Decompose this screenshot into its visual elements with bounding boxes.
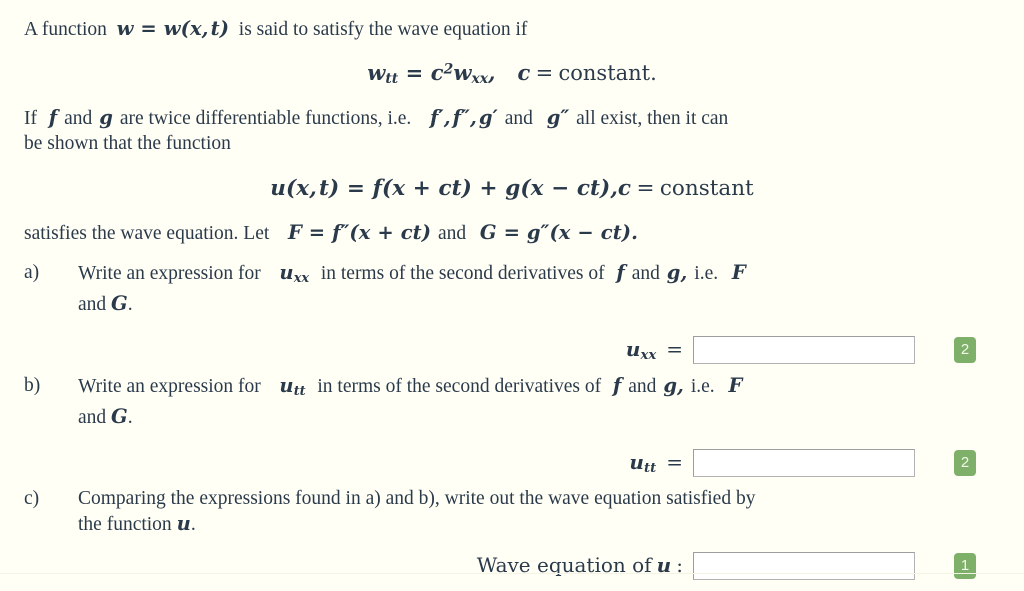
intro-twice-diff: are twice differentiable functions, i.e. xyxy=(119,108,412,130)
question-a-and: and xyxy=(631,263,660,285)
equation-wtt: wtt = c2wxx, xyxy=(367,60,496,88)
answer-a-label: uxx = xyxy=(625,336,683,363)
answer-c-input[interactable] xyxy=(693,551,915,580)
question-a-text-start: Write an expression for xyxy=(78,263,261,285)
question-a: a) Write an expression for uxx in terms … xyxy=(24,260,1000,317)
answer-c-label: Wave equation of u : xyxy=(476,553,683,578)
answer-a-input[interactable] xyxy=(693,335,915,364)
equation-constant: constant. xyxy=(558,61,657,85)
question-a-text-end: and G. xyxy=(78,291,133,315)
question-a-text: Write an expression for uxx in terms of … xyxy=(78,261,746,315)
intro-line-4: satisfies the wave equation. Let F = f″(… xyxy=(24,221,639,245)
equation-u-constant: constant xyxy=(659,176,754,202)
intro-all-exist: all exist, then it can xyxy=(576,108,729,130)
bottom-divider xyxy=(0,573,1024,574)
question-c-text-line2: the function u. xyxy=(78,511,196,535)
intro-line-1-math: w = w(x, t) xyxy=(116,17,230,40)
intro-line-3: be shown that the function xyxy=(24,133,231,155)
display-equation-wave: wtt = c2wxx, c = constant. xyxy=(367,60,657,88)
equation-u-solution: u(x, t) = f(x + ct) + g(x − ct), xyxy=(270,176,618,202)
question-b-text-end: and G. xyxy=(78,404,133,428)
question-c-label: c) xyxy=(24,487,40,509)
answer-b-input[interactable] xyxy=(693,448,915,477)
intro-if: If xyxy=(24,108,37,130)
question-c-text: Comparing the expressions found in a) an… xyxy=(78,486,868,537)
question-b-ie: i.e. xyxy=(690,375,715,397)
question-b-text-start: Write an expression for xyxy=(78,375,261,397)
intro-satisfies: satisfies the wave equation. Let xyxy=(24,223,270,245)
question-c-text-line1: Comparing the expressions found in a) an… xyxy=(78,487,756,509)
answer-row-a: uxx = 2 xyxy=(24,333,1000,367)
question-c: c) Comparing the expressions found in a)… xyxy=(24,486,1000,537)
intro-and-1: and xyxy=(64,108,93,130)
answer-b-label: utt = xyxy=(629,449,683,476)
intro-and-3: and xyxy=(438,223,467,245)
marks-badge-b: 2 xyxy=(954,449,976,476)
question-b-text-mid: in terms of the second derivatives of xyxy=(317,375,602,397)
answer-row-c: Wave equation of u : 1 xyxy=(24,549,1000,583)
question-b: b) Write an expression for utt in terms … xyxy=(24,373,1000,430)
intro-and-2: and xyxy=(504,108,533,130)
question-b-and: and xyxy=(628,375,657,397)
intro-line-2: If f and g are twice differentiable func… xyxy=(24,106,729,155)
marks-badge-a: 2 xyxy=(954,336,976,363)
question-b-text: Write an expression for utt in terms of … xyxy=(78,373,743,428)
marks-badge-c: 1 xyxy=(954,552,976,579)
answer-row-b: utt = 2 xyxy=(24,446,1000,480)
question-a-text-mid: in terms of the second derivatives of xyxy=(320,263,605,285)
question-a-label: a) xyxy=(24,262,40,284)
display-equation-u: u(x, t) = f(x + ct) + g(x − ct),c = cons… xyxy=(270,176,754,202)
intro-line-1-suffix: is said to satisfy the wave equation if xyxy=(238,19,528,40)
worksheet-page: A function w = w(x, t) is said to satisf… xyxy=(0,0,1024,591)
intro-line-1-prefix: A function xyxy=(24,19,107,40)
question-b-label: b) xyxy=(24,374,41,396)
intro-line-1: A function w = w(x, t) is said to satisf… xyxy=(24,16,1000,42)
equation-c: c xyxy=(517,60,531,85)
question-a-ie: i.e. xyxy=(694,263,719,285)
